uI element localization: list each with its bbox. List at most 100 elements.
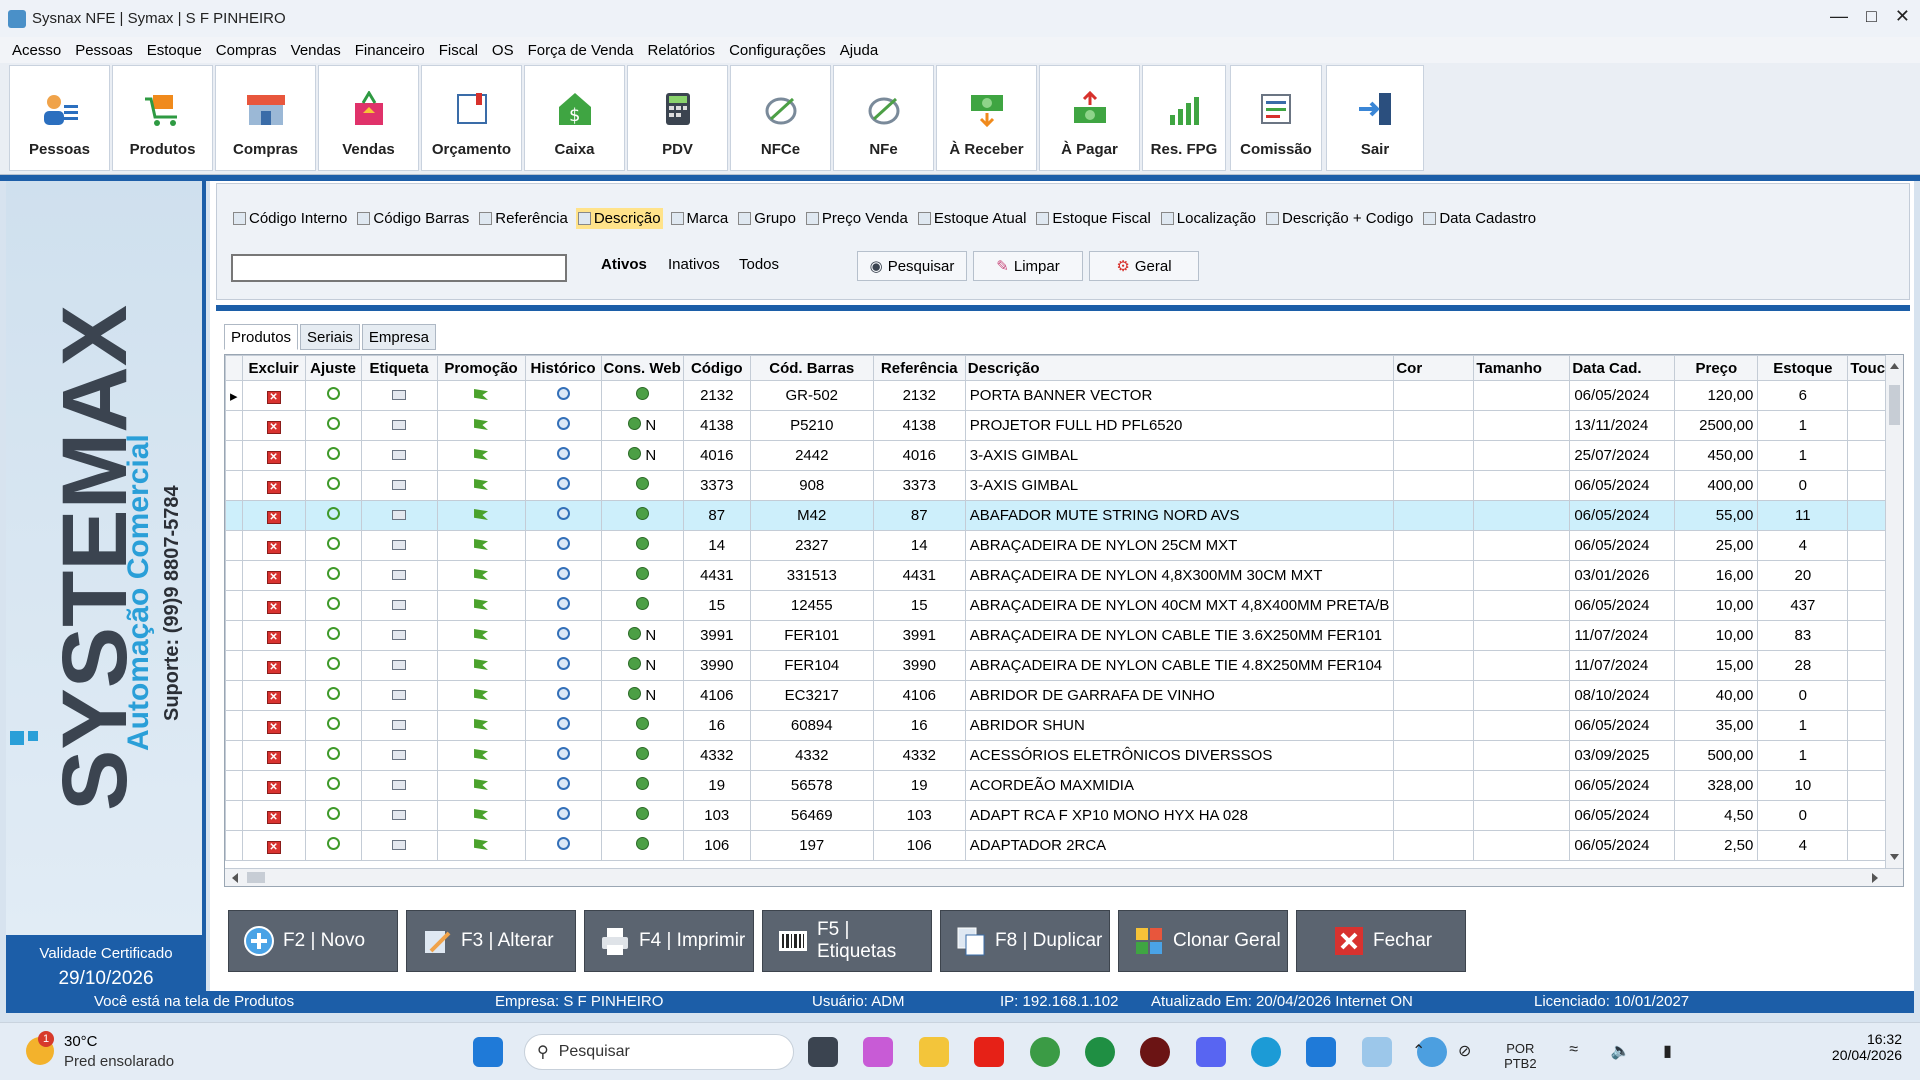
promocao-cell[interactable]	[436, 500, 526, 531]
table-row[interactable]: ✕ N 4016 2442 4016 3-AXIS GIMBAL 25/07/2024 45…	[225, 440, 1889, 471]
col-codigo[interactable]: Código	[682, 355, 751, 381]
globe-icon[interactable]	[635, 477, 649, 490]
scroll-left-icon[interactable]	[229, 871, 241, 886]
history-icon[interactable]	[556, 387, 570, 400]
delete-icon[interactable]: ✕	[266, 811, 281, 824]
globe-icon[interactable]	[635, 537, 649, 550]
duplicar-button[interactable]: F8 | Duplicar	[940, 910, 1110, 972]
xbox-icon[interactable]	[1085, 1037, 1115, 1067]
col-cons-web[interactable]: Cons. Web	[600, 355, 684, 381]
flag-icon[interactable]	[474, 539, 489, 550]
filter-codigo-barras[interactable]: Código Barras	[355, 208, 471, 229]
etiquetas-button[interactable]: F5 | Etiquetas	[762, 910, 932, 972]
historico-cell[interactable]	[524, 560, 602, 591]
excluir-cell[interactable]: ✕	[241, 770, 306, 801]
scroll-up-icon[interactable]	[1889, 359, 1900, 373]
history-icon[interactable]	[556, 567, 570, 580]
excluir-cell[interactable]: ✕	[241, 680, 306, 711]
scroll-down-icon[interactable]	[1889, 850, 1900, 864]
col-tamanho[interactable]: Tamanho	[1473, 355, 1571, 381]
historico-cell[interactable]	[524, 710, 602, 741]
adjust-icon[interactable]	[326, 657, 340, 670]
col-historico[interactable]: Histórico	[524, 355, 602, 381]
col-touch[interactable]: Touc	[1847, 355, 1889, 381]
excluir-cell[interactable]: ✕	[241, 740, 306, 771]
d-app-icon[interactable]	[1140, 1037, 1170, 1067]
ajuste-cell[interactable]	[304, 470, 362, 501]
excluir-cell[interactable]: ✕	[241, 800, 306, 831]
adjust-icon[interactable]	[326, 777, 340, 790]
label-icon[interactable]	[392, 540, 407, 550]
toolbar-compras-button[interactable]: Compras	[215, 65, 316, 171]
adjust-icon[interactable]	[326, 687, 340, 700]
flag-icon[interactable]	[474, 419, 489, 430]
adjust-icon[interactable]	[326, 537, 340, 550]
fechar-button[interactable]: Fechar	[1296, 910, 1466, 972]
geral-button[interactable]: ⚙ Geral	[1089, 251, 1199, 281]
task-view-icon[interactable]	[808, 1037, 838, 1067]
label-icon[interactable]	[392, 630, 407, 640]
excluir-cell[interactable]: ✕	[241, 650, 306, 681]
col-estoque[interactable]: Estoque	[1757, 355, 1849, 381]
filter-preco-venda[interactable]: Preço Venda	[804, 208, 910, 229]
etiqueta-cell[interactable]	[360, 470, 438, 501]
excluir-cell[interactable]: ✕	[241, 470, 306, 501]
table-row[interactable]: ▸ ✕ 2132 GR-502 2132 PORTA BANNER VECTOR 06/0…	[225, 380, 1889, 411]
promocao-cell[interactable]	[436, 560, 526, 591]
promocao-cell[interactable]	[436, 650, 526, 681]
scroll-right-icon[interactable]	[1869, 871, 1881, 886]
globe-icon[interactable]	[628, 687, 642, 700]
etiqueta-cell[interactable]	[360, 590, 438, 621]
cons-web-cell[interactable]	[600, 590, 684, 621]
label-icon[interactable]	[392, 690, 407, 700]
table-row[interactable]: ✕ 19 56578 19 ACORDEÃO MAXMIDIA 06/05/2024 32…	[225, 770, 1889, 801]
menu-vendas[interactable]: Vendas	[291, 42, 341, 59]
history-icon[interactable]	[556, 807, 570, 820]
excluir-cell[interactable]: ✕	[241, 830, 306, 861]
table-row[interactable]: ✕ 15 12455 15 ABRAÇADEIRA DE NYLON 40CM MXT…	[225, 590, 1889, 621]
delete-icon[interactable]: ✕	[266, 721, 281, 734]
label-icon[interactable]	[392, 510, 407, 520]
promocao-cell[interactable]	[436, 710, 526, 741]
etiqueta-cell[interactable]	[360, 440, 438, 471]
col-descricao[interactable]: Descrição	[964, 355, 1395, 381]
historico-cell[interactable]	[524, 470, 602, 501]
table-row[interactable]: ✕ N 4106 EC3217 4106 ABRIDOR DE GARRAFA DE V…	[225, 680, 1889, 711]
cons-web-cell[interactable]: N	[600, 620, 684, 651]
label-icon[interactable]	[392, 420, 407, 430]
excluir-cell[interactable]: ✕	[241, 530, 306, 561]
history-icon[interactable]	[556, 597, 570, 610]
table-row[interactable]: ✕ 3373 908 3373 3-AXIS GIMBAL 06/05/2024 400,…	[225, 470, 1889, 501]
toolbar-nfce-button[interactable]: NFCe	[730, 65, 831, 171]
flag-icon[interactable]	[474, 629, 489, 640]
delete-icon[interactable]: ✕	[266, 571, 281, 584]
chevron-up-icon[interactable]: ⌃	[1412, 1041, 1425, 1071]
cons-web-cell[interactable]	[600, 830, 684, 861]
ajuste-cell[interactable]	[304, 380, 362, 411]
windows-start-icon[interactable]	[473, 1037, 503, 1067]
cons-web-cell[interactable]: N	[600, 410, 684, 441]
volume-icon[interactable]: 🔈	[1611, 1041, 1631, 1071]
etiqueta-cell[interactable]	[360, 380, 438, 411]
history-icon[interactable]	[556, 687, 570, 700]
language-indicator[interactable]: POR PTB2	[1504, 1041, 1537, 1071]
history-icon[interactable]	[556, 657, 570, 670]
ajuste-cell[interactable]	[304, 620, 362, 651]
label-icon[interactable]	[392, 720, 407, 730]
flag-icon[interactable]	[474, 659, 489, 670]
tab-produtos[interactable]: Produtos	[224, 324, 299, 350]
battery-icon[interactable]: ▮	[1663, 1041, 1672, 1071]
menu-compras[interactable]: Compras	[216, 42, 277, 59]
promocao-cell[interactable]	[436, 470, 526, 501]
historico-cell[interactable]	[524, 440, 602, 471]
flag-icon[interactable]	[474, 779, 489, 790]
minimize-button[interactable]: —	[1830, 6, 1848, 27]
etiqueta-cell[interactable]	[360, 500, 438, 531]
ajuste-cell[interactable]	[304, 650, 362, 681]
delete-icon[interactable]: ✕	[266, 751, 281, 764]
menu-ajuda[interactable]: Ajuda	[840, 42, 878, 59]
globe-icon[interactable]	[635, 507, 649, 520]
col-cod-barras[interactable]: Cód. Barras	[749, 355, 874, 381]
tab-empresa[interactable]: Empresa	[361, 324, 436, 350]
filter-marca[interactable]: Marca	[669, 208, 731, 229]
